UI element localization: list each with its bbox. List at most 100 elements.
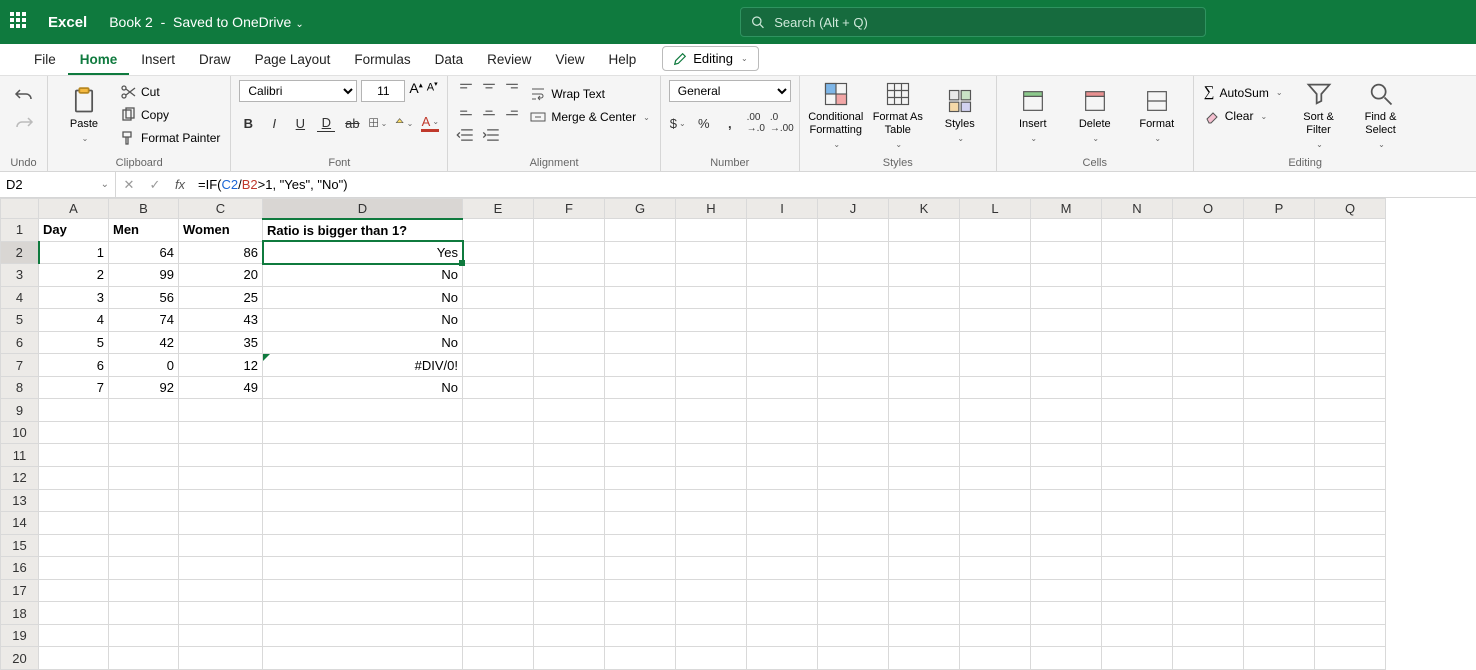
cell-B14[interactable] xyxy=(109,512,179,535)
cell-E10[interactable] xyxy=(463,421,534,444)
row-header-6[interactable]: 6 xyxy=(1,331,39,354)
insert-cells-button[interactable]: Insert⌄ xyxy=(1005,80,1061,150)
cell-J9[interactable] xyxy=(818,399,889,422)
cell-P14[interactable] xyxy=(1244,512,1315,535)
cell-N5[interactable] xyxy=(1102,309,1173,332)
cell-D16[interactable] xyxy=(263,557,463,580)
cell-G8[interactable] xyxy=(605,376,676,399)
cell-E4[interactable] xyxy=(463,286,534,309)
increase-font-icon[interactable]: A▴ xyxy=(409,80,422,102)
cell-M9[interactable] xyxy=(1031,399,1102,422)
row-header-14[interactable]: 14 xyxy=(1,512,39,535)
cell-E9[interactable] xyxy=(463,399,534,422)
cell-A8[interactable]: 7 xyxy=(39,376,109,399)
cell-D12[interactable] xyxy=(263,467,463,490)
cell-F19[interactable] xyxy=(534,624,605,647)
cell-L7[interactable] xyxy=(960,354,1031,377)
cell-I17[interactable] xyxy=(747,579,818,602)
cell-I19[interactable] xyxy=(747,624,818,647)
cell-K20[interactable] xyxy=(889,647,960,670)
cell-B16[interactable] xyxy=(109,557,179,580)
decrease-font-icon[interactable]: A▾ xyxy=(427,80,438,102)
row-header-10[interactable]: 10 xyxy=(1,421,39,444)
cell-F13[interactable] xyxy=(534,489,605,512)
number-format-select[interactable]: General xyxy=(669,80,791,102)
cell-D10[interactable] xyxy=(263,421,463,444)
cell-E1[interactable] xyxy=(463,219,534,242)
cell-F18[interactable] xyxy=(534,602,605,625)
cell-K12[interactable] xyxy=(889,467,960,490)
cell-M14[interactable] xyxy=(1031,512,1102,535)
cell-K7[interactable] xyxy=(889,354,960,377)
formula-input[interactable]: =IF(C2/B2>1, "Yes", "No") xyxy=(192,177,1476,193)
conditional-formatting-button[interactable]: Conditional Formatting⌄ xyxy=(808,80,864,150)
cell-O3[interactable] xyxy=(1173,264,1244,287)
cell-Q16[interactable] xyxy=(1315,557,1386,580)
cell-O7[interactable] xyxy=(1173,354,1244,377)
cell-F20[interactable] xyxy=(534,647,605,670)
cell-O12[interactable] xyxy=(1173,467,1244,490)
cell-F10[interactable] xyxy=(534,421,605,444)
underline-button[interactable]: U xyxy=(291,114,309,132)
cell-Q10[interactable] xyxy=(1315,421,1386,444)
cell-A13[interactable] xyxy=(39,489,109,512)
cell-F17[interactable] xyxy=(534,579,605,602)
font-color-button[interactable]: A⌄ xyxy=(421,114,439,132)
cell-C4[interactable]: 25 xyxy=(179,286,263,309)
cell-N7[interactable] xyxy=(1102,354,1173,377)
row-header-20[interactable]: 20 xyxy=(1,647,39,670)
cut-button[interactable]: Cut xyxy=(118,82,222,102)
cell-M7[interactable] xyxy=(1031,354,1102,377)
cell-L15[interactable] xyxy=(960,534,1031,557)
cell-M11[interactable] xyxy=(1031,444,1102,467)
cell-N9[interactable] xyxy=(1102,399,1173,422)
cell-G15[interactable] xyxy=(605,534,676,557)
cell-G2[interactable] xyxy=(605,241,676,264)
cell-G3[interactable] xyxy=(605,264,676,287)
col-header-D[interactable]: D xyxy=(263,199,463,219)
cell-J16[interactable] xyxy=(818,557,889,580)
col-header-G[interactable]: G xyxy=(605,199,676,219)
cell-C17[interactable] xyxy=(179,579,263,602)
cell-P6[interactable] xyxy=(1244,331,1315,354)
cell-D13[interactable] xyxy=(263,489,463,512)
col-header-A[interactable]: A xyxy=(39,199,109,219)
cell-K3[interactable] xyxy=(889,264,960,287)
fx-icon[interactable]: fx xyxy=(168,177,192,192)
cell-O19[interactable] xyxy=(1173,624,1244,647)
cell-K10[interactable] xyxy=(889,421,960,444)
cell-E13[interactable] xyxy=(463,489,534,512)
cell-B19[interactable] xyxy=(109,624,179,647)
paste-button[interactable]: Paste⌄ xyxy=(56,80,112,150)
cell-H18[interactable] xyxy=(676,602,747,625)
cell-O17[interactable] xyxy=(1173,579,1244,602)
cell-B4[interactable]: 56 xyxy=(109,286,179,309)
cell-F7[interactable] xyxy=(534,354,605,377)
cell-F8[interactable] xyxy=(534,376,605,399)
col-header-J[interactable]: J xyxy=(818,199,889,219)
cell-M6[interactable] xyxy=(1031,331,1102,354)
cell-O14[interactable] xyxy=(1173,512,1244,535)
cell-L5[interactable] xyxy=(960,309,1031,332)
cell-Q6[interactable] xyxy=(1315,331,1386,354)
cell-A1[interactable]: Day xyxy=(39,219,109,242)
col-header-C[interactable]: C xyxy=(179,199,263,219)
cell-B7[interactable]: 0 xyxy=(109,354,179,377)
cell-H6[interactable] xyxy=(676,331,747,354)
cell-H12[interactable] xyxy=(676,467,747,490)
cell-P3[interactable] xyxy=(1244,264,1315,287)
cell-A19[interactable] xyxy=(39,624,109,647)
cell-K15[interactable] xyxy=(889,534,960,557)
tab-draw[interactable]: Draw xyxy=(187,46,243,75)
cell-D11[interactable] xyxy=(263,444,463,467)
cell-P17[interactable] xyxy=(1244,579,1315,602)
cell-P2[interactable] xyxy=(1244,241,1315,264)
increase-indent-icon[interactable] xyxy=(482,126,500,144)
cell-P9[interactable] xyxy=(1244,399,1315,422)
cell-F9[interactable] xyxy=(534,399,605,422)
row-header-11[interactable]: 11 xyxy=(1,444,39,467)
tab-home[interactable]: Home xyxy=(68,46,130,75)
cell-D7[interactable]: #DIV/0! xyxy=(263,354,463,377)
col-header-H[interactable]: H xyxy=(676,199,747,219)
cell-N2[interactable] xyxy=(1102,241,1173,264)
